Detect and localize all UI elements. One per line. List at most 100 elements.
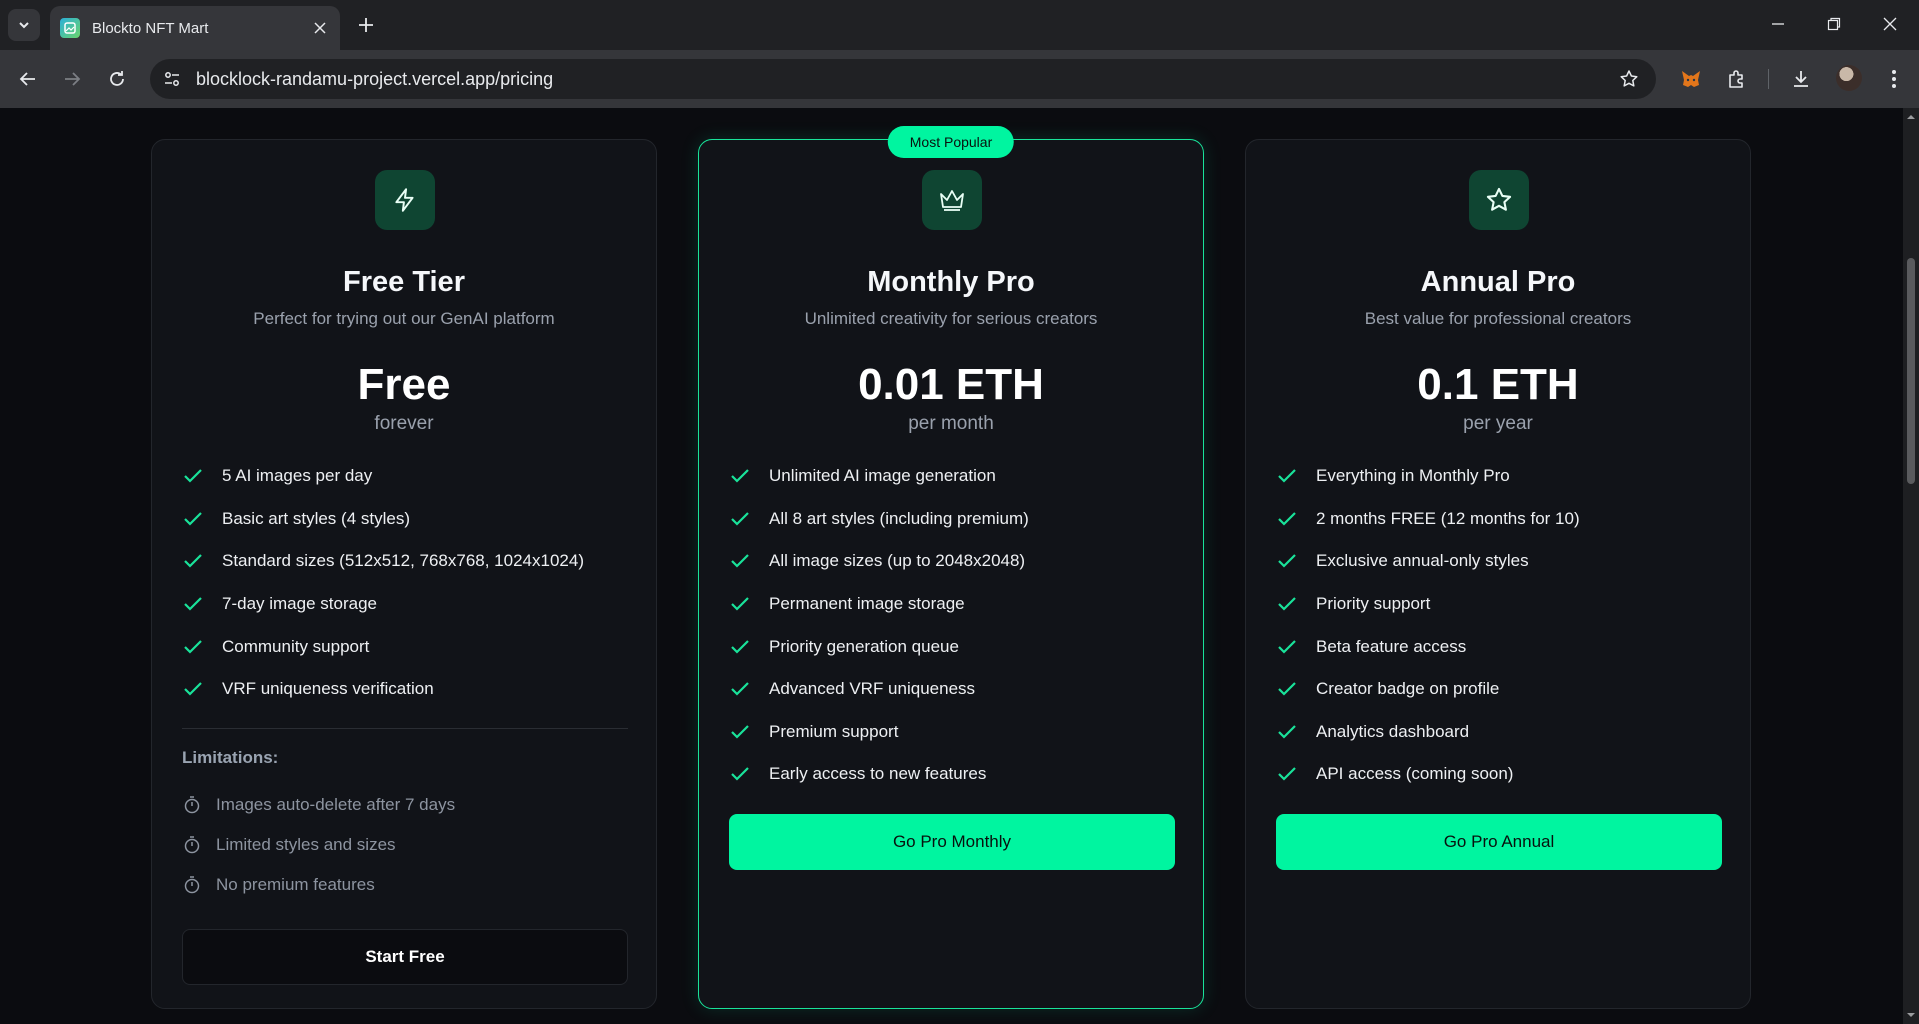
limitations-title: Limitations: <box>182 748 279 767</box>
feature-text: All 8 art styles (including premium) <box>769 508 1029 528</box>
check-icon <box>182 678 204 700</box>
scrollbar-thumb[interactable] <box>1907 258 1915 484</box>
feature-text: 2 months FREE (12 months for 10) <box>1316 508 1580 528</box>
feature-text: Everything in Monthly Pro <box>1316 466 1510 486</box>
check-icon <box>729 465 751 487</box>
forward-arrow-icon[interactable] <box>57 64 87 94</box>
limitations-list: Images auto-delete after 7 days Limited … <box>182 785 455 905</box>
bookmark-star-icon[interactable] <box>1614 64 1644 94</box>
timer-icon <box>182 875 202 895</box>
go-pro-annual-button[interactable]: Go Pro Annual <box>1276 814 1722 870</box>
feature-text: Advanced VRF uniqueness <box>769 679 976 699</box>
close-tab-icon[interactable] <box>310 18 330 38</box>
url-text[interactable]: blocklock-randamu-project.vercel.app/pri… <box>196 69 1614 90</box>
check-icon <box>1276 721 1298 743</box>
browser-tab[interactable]: Blockto NFT Mart <box>50 6 340 50</box>
tab-search-button[interactable] <box>8 9 40 41</box>
check-icon <box>182 508 204 530</box>
feature-item: All 8 art styles (including premium) <box>729 498 1179 541</box>
check-icon <box>729 678 751 700</box>
check-icon <box>729 721 751 743</box>
limitation-text: Limited styles and sizes <box>216 835 396 854</box>
plan-description: Unlimited creativity for serious creator… <box>804 309 1098 328</box>
timer-icon <box>182 795 202 815</box>
plan-price: Free <box>357 360 451 409</box>
feature-item: Standard sizes (512x512, 768x768, 1024x1… <box>182 540 632 583</box>
feature-item: Premium support <box>729 711 1179 754</box>
most-popular-badge: Most Popular <box>887 126 1015 158</box>
back-arrow-icon[interactable] <box>13 64 43 94</box>
check-icon <box>182 465 204 487</box>
plan-period: per year <box>1463 413 1533 434</box>
feature-item: Unlimited AI image generation <box>729 455 1179 498</box>
crown-icon <box>922 170 982 230</box>
feature-item: Everything in Monthly Pro <box>1276 455 1726 498</box>
feature-item: Priority support <box>1276 583 1726 626</box>
scroll-down-arrow-icon[interactable] <box>1906 1010 1916 1020</box>
profile-avatar[interactable] <box>1836 65 1862 91</box>
site-settings-icon[interactable] <box>160 67 184 91</box>
download-icon[interactable] <box>1786 64 1816 94</box>
extensions-puzzle-icon[interactable] <box>1722 64 1752 94</box>
feature-item: 7-day image storage <box>182 583 632 626</box>
browser-tabstrip: Blockto NFT Mart <box>0 0 1919 50</box>
feature-item: 5 AI images per day <box>182 455 632 498</box>
page-viewport: Free Tier Perfect for trying out our Gen… <box>0 108 1903 1024</box>
minimize-icon[interactable] <box>1758 8 1798 40</box>
check-icon <box>1276 550 1298 572</box>
restore-icon[interactable] <box>1814 8 1854 40</box>
feature-text: Analytics dashboard <box>1316 721 1470 741</box>
check-icon <box>729 763 751 785</box>
feature-item: Beta feature access <box>1276 625 1726 668</box>
pricing-card-monthly: Most Popular Monthly Pro Unlimited creat… <box>698 126 1204 1009</box>
plan-period: per month <box>908 413 994 434</box>
check-icon <box>1276 508 1298 530</box>
divider <box>182 728 628 729</box>
reload-icon[interactable] <box>102 64 132 94</box>
more-menu-icon[interactable] <box>1879 64 1909 94</box>
plan-description: Best value for professional creators <box>1364 309 1632 328</box>
toolbar-separator <box>1768 69 1769 89</box>
check-icon <box>1276 636 1298 658</box>
plan-price: 0.1 ETH <box>1417 360 1579 409</box>
address-bar[interactable]: blocklock-randamu-project.vercel.app/pri… <box>150 59 1656 99</box>
feature-text: Creator badge on profile <box>1316 679 1500 699</box>
feature-item: 2 months FREE (12 months for 10) <box>1276 498 1726 541</box>
plan-name: Free Tier <box>343 266 465 298</box>
feature-text: Standard sizes (512x512, 768x768, 1024x1… <box>222 551 584 571</box>
pricing-card-free: Free Tier Perfect for trying out our Gen… <box>151 139 657 1009</box>
feature-text: Priority support <box>1316 594 1431 614</box>
feature-text: Unlimited AI image generation <box>769 466 996 486</box>
feature-text: API access (coming soon) <box>1316 764 1514 784</box>
page-scrollbar[interactable] <box>1903 108 1919 1024</box>
plan-name: Monthly Pro <box>867 266 1035 298</box>
feature-item: Early access to new features <box>729 753 1179 796</box>
timer-icon <box>182 835 202 855</box>
start-free-button[interactable]: Start Free <box>182 929 628 985</box>
plan-period: forever <box>374 413 434 434</box>
check-icon <box>729 550 751 572</box>
new-tab-plus-icon[interactable] <box>352 11 380 39</box>
feature-text: Premium support <box>769 721 899 741</box>
feature-list: Unlimited AI image generation All 8 art … <box>729 455 1179 796</box>
metamask-fox-icon[interactable] <box>1676 64 1706 94</box>
check-icon <box>1276 465 1298 487</box>
limitation-text: No premium features <box>216 875 375 894</box>
feature-item: Permanent image storage <box>729 583 1179 626</box>
feature-item: Creator badge on profile <box>1276 668 1726 711</box>
feature-item: Advanced VRF uniqueness <box>729 668 1179 711</box>
check-icon <box>1276 593 1298 615</box>
feature-text: Priority generation queue <box>769 636 959 656</box>
limitation-item: Limited styles and sizes <box>182 825 455 865</box>
feature-text: Early access to new features <box>769 764 987 784</box>
feature-text: Exclusive annual-only styles <box>1316 551 1529 571</box>
scroll-up-arrow-icon[interactable] <box>1906 112 1916 122</box>
feature-text: 7-day image storage <box>222 594 377 614</box>
check-icon <box>182 636 204 658</box>
close-window-icon[interactable] <box>1870 8 1910 40</box>
check-icon <box>1276 763 1298 785</box>
check-icon <box>729 508 751 530</box>
site-favicon-icon <box>60 18 80 38</box>
go-pro-monthly-button[interactable]: Go Pro Monthly <box>729 814 1175 870</box>
check-icon <box>182 593 204 615</box>
